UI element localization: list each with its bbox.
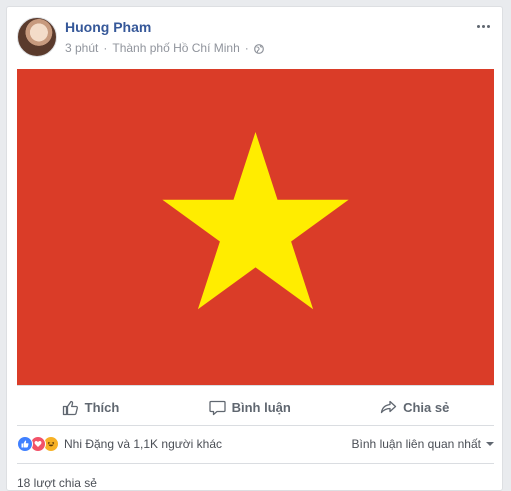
reactors-text[interactable]: Nhi Đặng và 1,1K người khác [64,437,222,451]
post-meta: 3 phút · Thành phố Hồ Chí Minh · [65,41,264,55]
post-image-vietnam-flag[interactable] [17,69,494,385]
post-time[interactable]: 3 phút [65,41,98,55]
globe-icon[interactable] [253,43,264,54]
divider [17,425,494,426]
more-options-icon[interactable] [474,19,492,33]
share-label: Chia sẻ [403,399,450,415]
comment-sort-label: Bình luận liên quan nhất [351,437,481,451]
author-name[interactable]: Huong Pham [65,19,151,35]
post-location[interactable]: Thành phố Hồ Chí Minh [112,41,239,55]
comment-label: Bình luận [231,399,291,415]
reaction-summary[interactable]: Nhi Đặng và 1,1K người khác [17,436,222,452]
comment-icon [208,400,226,415]
reactions-row: Nhi Đặng và 1,1K người khác Bình luận li… [17,433,494,455]
like-label: Thích [84,399,120,415]
action-bar: Thích Bình luận Chia sẻ [17,391,494,423]
divider [17,463,494,464]
share-icon [380,400,397,413]
like-icon [62,400,78,415]
like-button[interactable]: Thích [38,395,144,420]
meta-separator-2: · [244,41,249,55]
share-count[interactable]: 18 lượt chia sẻ [17,476,97,490]
meta-separator: · [103,41,108,55]
like-reaction-icon [17,436,33,452]
divider [17,385,494,386]
post-card: Huong Pham 3 phút · Thành phố Hồ Chí Min… [6,6,503,491]
author-avatar[interactable] [17,17,57,57]
chevron-down-icon [486,442,494,446]
comment-button[interactable]: Bình luận [185,395,315,420]
share-button[interactable]: Chia sẻ [356,395,473,420]
comment-sort-dropdown[interactable]: Bình luận liên quan nhất [352,437,494,451]
